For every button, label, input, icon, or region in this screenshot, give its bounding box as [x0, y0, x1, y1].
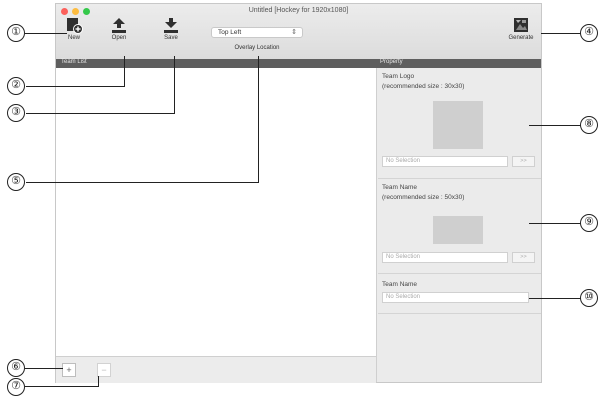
team-name-image-hint: (recommended size : 50x30): [382, 194, 465, 201]
team-logo-hint: (recommended size : 30x30): [382, 83, 465, 90]
add-team-button[interactable]: +: [62, 363, 76, 377]
callout-line: [26, 113, 175, 115]
open-button[interactable]: Open: [99, 17, 139, 41]
divider: [378, 313, 541, 314]
callout-line: [25, 33, 67, 35]
team-name-image-browse-button[interactable]: >>: [512, 252, 535, 263]
updown-chevron-icon: ⇕: [291, 29, 297, 36]
team-list-header: Team List: [61, 59, 87, 65]
team-name-text-field[interactable]: No Selection: [382, 292, 529, 303]
generate-icon: [514, 18, 528, 32]
section-header-bar: Team List Property: [56, 59, 541, 68]
team-logo-title: Team Logo: [382, 73, 415, 80]
callout-8: ⑧: [580, 116, 598, 134]
callout-10: ⑩: [580, 289, 598, 307]
app-window: Untitled [Hockey for 1920x1080] New Open: [55, 3, 542, 383]
callout-line: [529, 298, 582, 300]
divider: [378, 178, 541, 179]
divider: [378, 273, 541, 274]
new-label: New: [67, 35, 80, 41]
upload-icon: [112, 18, 126, 33]
team-list[interactable]: [56, 68, 376, 356]
callout-line: [26, 182, 259, 184]
callout-7: ⑦: [7, 378, 25, 396]
callout-5: ⑤: [7, 173, 25, 191]
overlay-location-select[interactable]: Top Left ⇕: [211, 27, 303, 38]
open-label: Open: [111, 35, 127, 41]
callout-line: [98, 376, 100, 387]
team-name-text-title: Team Name: [382, 281, 418, 288]
generate-label: Generate: [508, 35, 534, 41]
callout-3: ③: [7, 104, 25, 122]
callout-line: [26, 86, 124, 88]
callout-2: ②: [7, 77, 25, 95]
team-name-image-path-field[interactable]: No Selection: [382, 252, 508, 263]
generate-button[interactable]: Generate: [502, 17, 540, 41]
callout-line: [25, 386, 99, 388]
download-icon: [164, 18, 178, 33]
callout-line: [124, 56, 126, 87]
team-logo-preview: [433, 101, 483, 149]
team-logo-browse-button[interactable]: >>: [512, 156, 535, 167]
remove-team-button[interactable]: −: [97, 363, 111, 377]
new-button[interactable]: New: [54, 17, 94, 41]
callout-9: ⑨: [580, 214, 598, 232]
callout-line: [174, 56, 176, 114]
callout-line: [25, 368, 63, 370]
title-bar: Untitled [Hockey for 1920x1080] New Open: [56, 4, 541, 60]
window-title: Untitled [Hockey for 1920x1080]: [248, 7, 349, 14]
property-header: Property: [380, 59, 403, 65]
callout-6: ⑥: [7, 359, 25, 377]
overlay-location-label: Overlay Location: [234, 45, 280, 51]
team-name-image-preview: [433, 216, 483, 244]
callout-line: [529, 223, 582, 225]
save-label: Save: [164, 35, 178, 41]
callout-line: [529, 125, 582, 127]
save-button[interactable]: Save: [151, 17, 191, 41]
team-list-footer: + −: [56, 356, 376, 383]
team-logo-path-field[interactable]: No Selection: [382, 156, 508, 167]
property-panel: Team Logo (recommended size : 30x30) No …: [376, 68, 541, 382]
new-document-icon: [67, 18, 83, 34]
callout-1: ①: [7, 24, 25, 42]
team-name-image-title: Team Name: [382, 184, 418, 191]
overlay-location-value: Top Left: [218, 29, 242, 36]
callout-line: [258, 56, 260, 183]
callout-line: [541, 33, 582, 35]
callout-4: ④: [580, 24, 598, 42]
